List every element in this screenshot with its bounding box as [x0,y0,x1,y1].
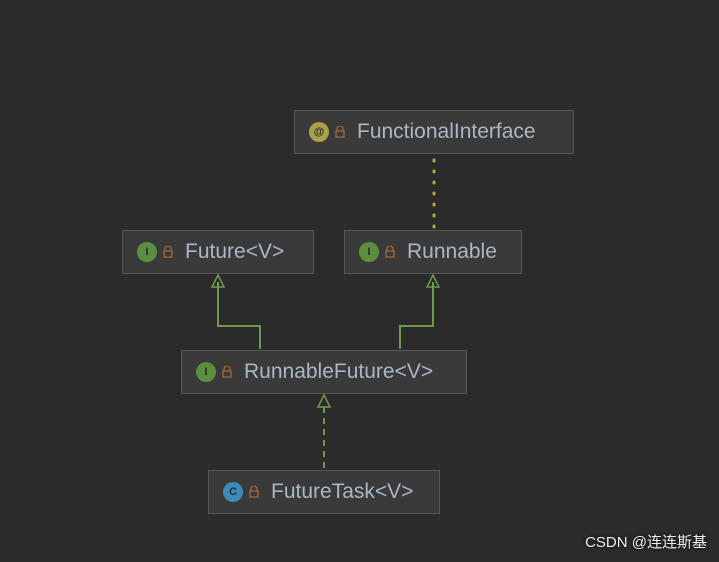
lock-icon [249,486,259,498]
lock-icon [385,246,395,258]
node-runnable: I Runnable [344,230,522,274]
node-future-task: C FutureTask<V> [208,470,440,514]
node-label: Future<V> [185,240,284,264]
node-runnable-future: I RunnableFuture<V> [181,350,467,394]
lock-icon [163,246,173,258]
node-functional-interface: @ FunctionalInterface [294,110,574,154]
lock-icon [222,366,232,378]
node-future: I Future<V> [122,230,314,274]
interface-icon: I [196,362,216,382]
node-label: FutureTask<V> [271,480,413,504]
watermark: CSDN @连连斯基 [585,531,707,552]
annotation-icon: @ [309,122,329,142]
node-label: FunctionalInterface [357,120,536,144]
node-label: RunnableFuture<V> [244,360,433,384]
class-icon: C [223,482,243,502]
lock-icon [335,126,345,138]
interface-icon: I [359,242,379,262]
interface-icon: I [137,242,157,262]
node-label: Runnable [407,240,497,264]
